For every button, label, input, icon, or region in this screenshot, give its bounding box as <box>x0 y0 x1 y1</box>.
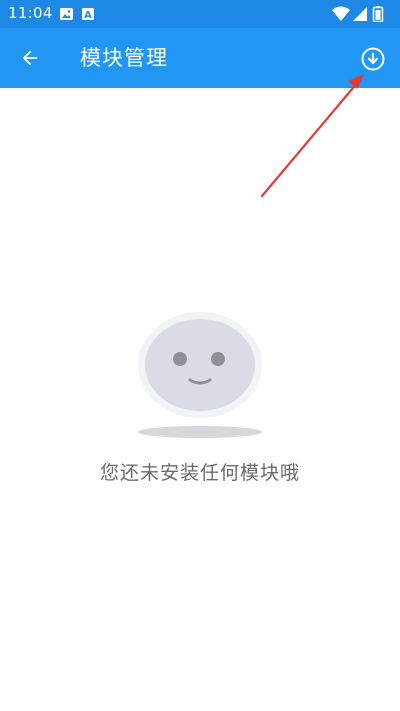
image-icon <box>60 8 73 20</box>
status-time: 11:04 <box>8 4 53 22</box>
status-left-icons: A <box>60 8 94 21</box>
download-button[interactable] <box>356 42 390 76</box>
empty-state-message: 您还未安装任何模块哦 <box>99 462 300 484</box>
status-bar: 11:04 A <box>0 0 400 28</box>
back-button[interactable] <box>12 40 48 76</box>
arrow-left-icon <box>22 50 38 66</box>
app-bar: 模块管理 <box>0 28 400 88</box>
page-title: 模块管理 <box>80 46 168 70</box>
a-badge-icon: A <box>82 8 94 21</box>
signal-icon <box>353 7 367 21</box>
download-circle-icon <box>361 47 385 71</box>
smiley-face-icon <box>138 312 262 438</box>
wifi-icon <box>332 6 350 21</box>
svg-text:A: A <box>84 10 92 21</box>
battery-icon <box>372 6 384 22</box>
status-right-icons <box>332 6 384 22</box>
